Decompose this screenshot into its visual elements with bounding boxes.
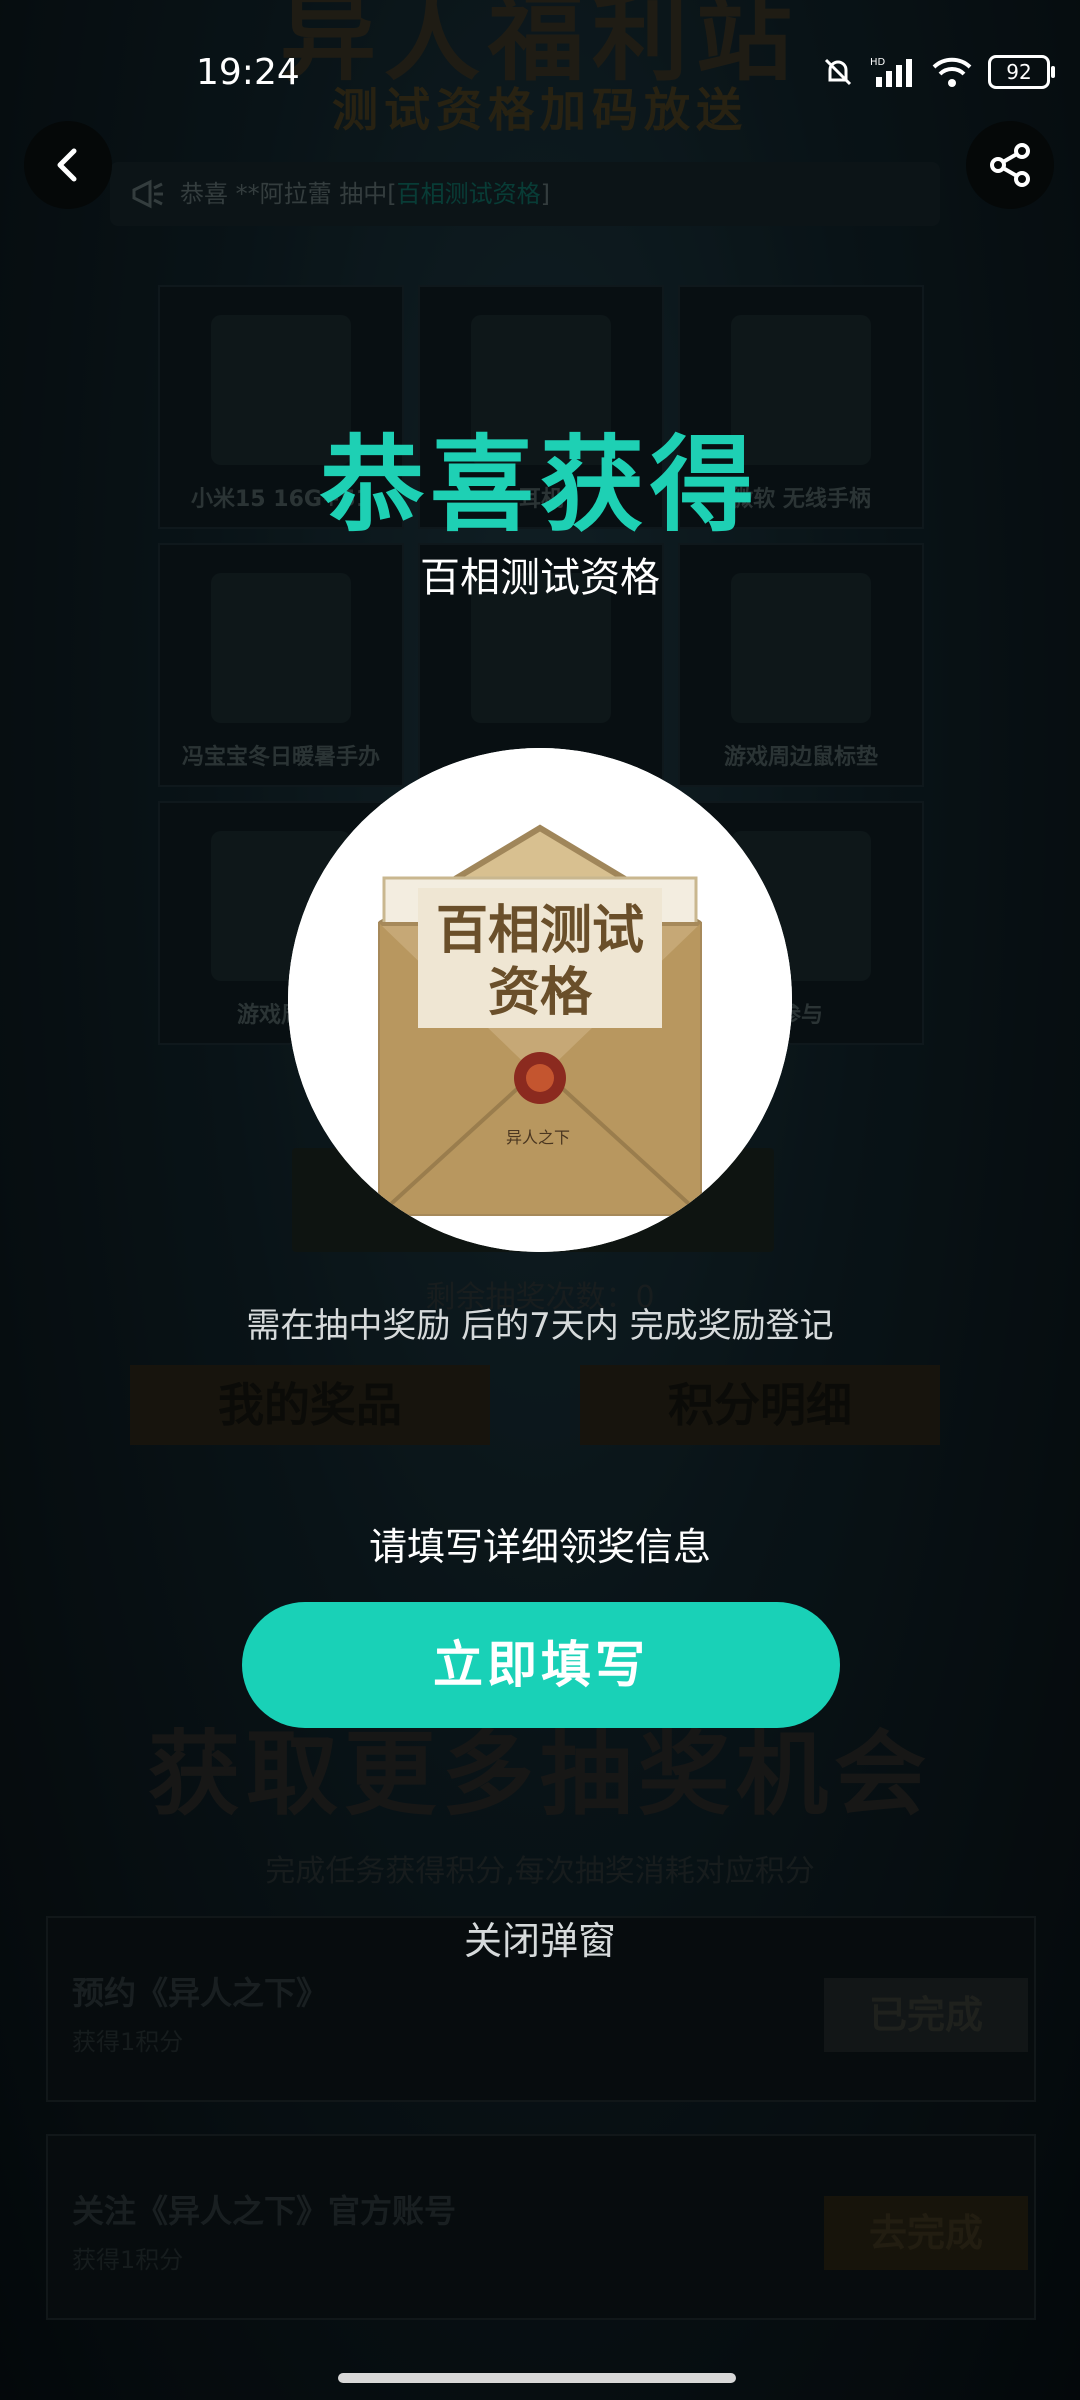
fill-now-button[interactable]: 立即填写: [242, 1602, 840, 1728]
mute-bell-icon: [824, 58, 852, 86]
fill-info-prompt: 请填写详细领奖信息: [368, 1525, 711, 1569]
envelope-icon: 百相测试 资格 异人之下: [288, 748, 792, 1252]
congrats-title: 恭喜获得: [319, 424, 760, 546]
svg-text:HD: HD: [870, 57, 886, 68]
wifi-icon: [932, 57, 972, 87]
deadline-note: 需在抽中奖励 后的7天内 完成奖励登记: [246, 1306, 834, 1346]
envelope-line2: 资格: [488, 962, 593, 1023]
envelope-line1: 百相测试: [436, 900, 644, 961]
signal-icon: HD: [870, 57, 912, 87]
envelope-brand: 异人之下: [506, 1128, 570, 1147]
chevron-left-icon: [57, 148, 77, 182]
status-icons: HD 92: [820, 54, 1055, 90]
battery-icon: 92: [988, 55, 1055, 89]
home-indicator[interactable]: [338, 2373, 736, 2383]
clock: 19:24: [196, 52, 300, 93]
share-icon: [990, 143, 1030, 187]
prize-name: 百相测试资格: [420, 555, 660, 601]
close-popup-link[interactable]: 关闭弹窗: [0, 1910, 1080, 1965]
prize-image: 百相测试 资格 异人之下: [288, 748, 792, 1252]
share-button[interactable]: [966, 121, 1054, 209]
back-button[interactable]: [24, 121, 112, 209]
status-bar: 19:24 HD 92: [0, 0, 1080, 150]
